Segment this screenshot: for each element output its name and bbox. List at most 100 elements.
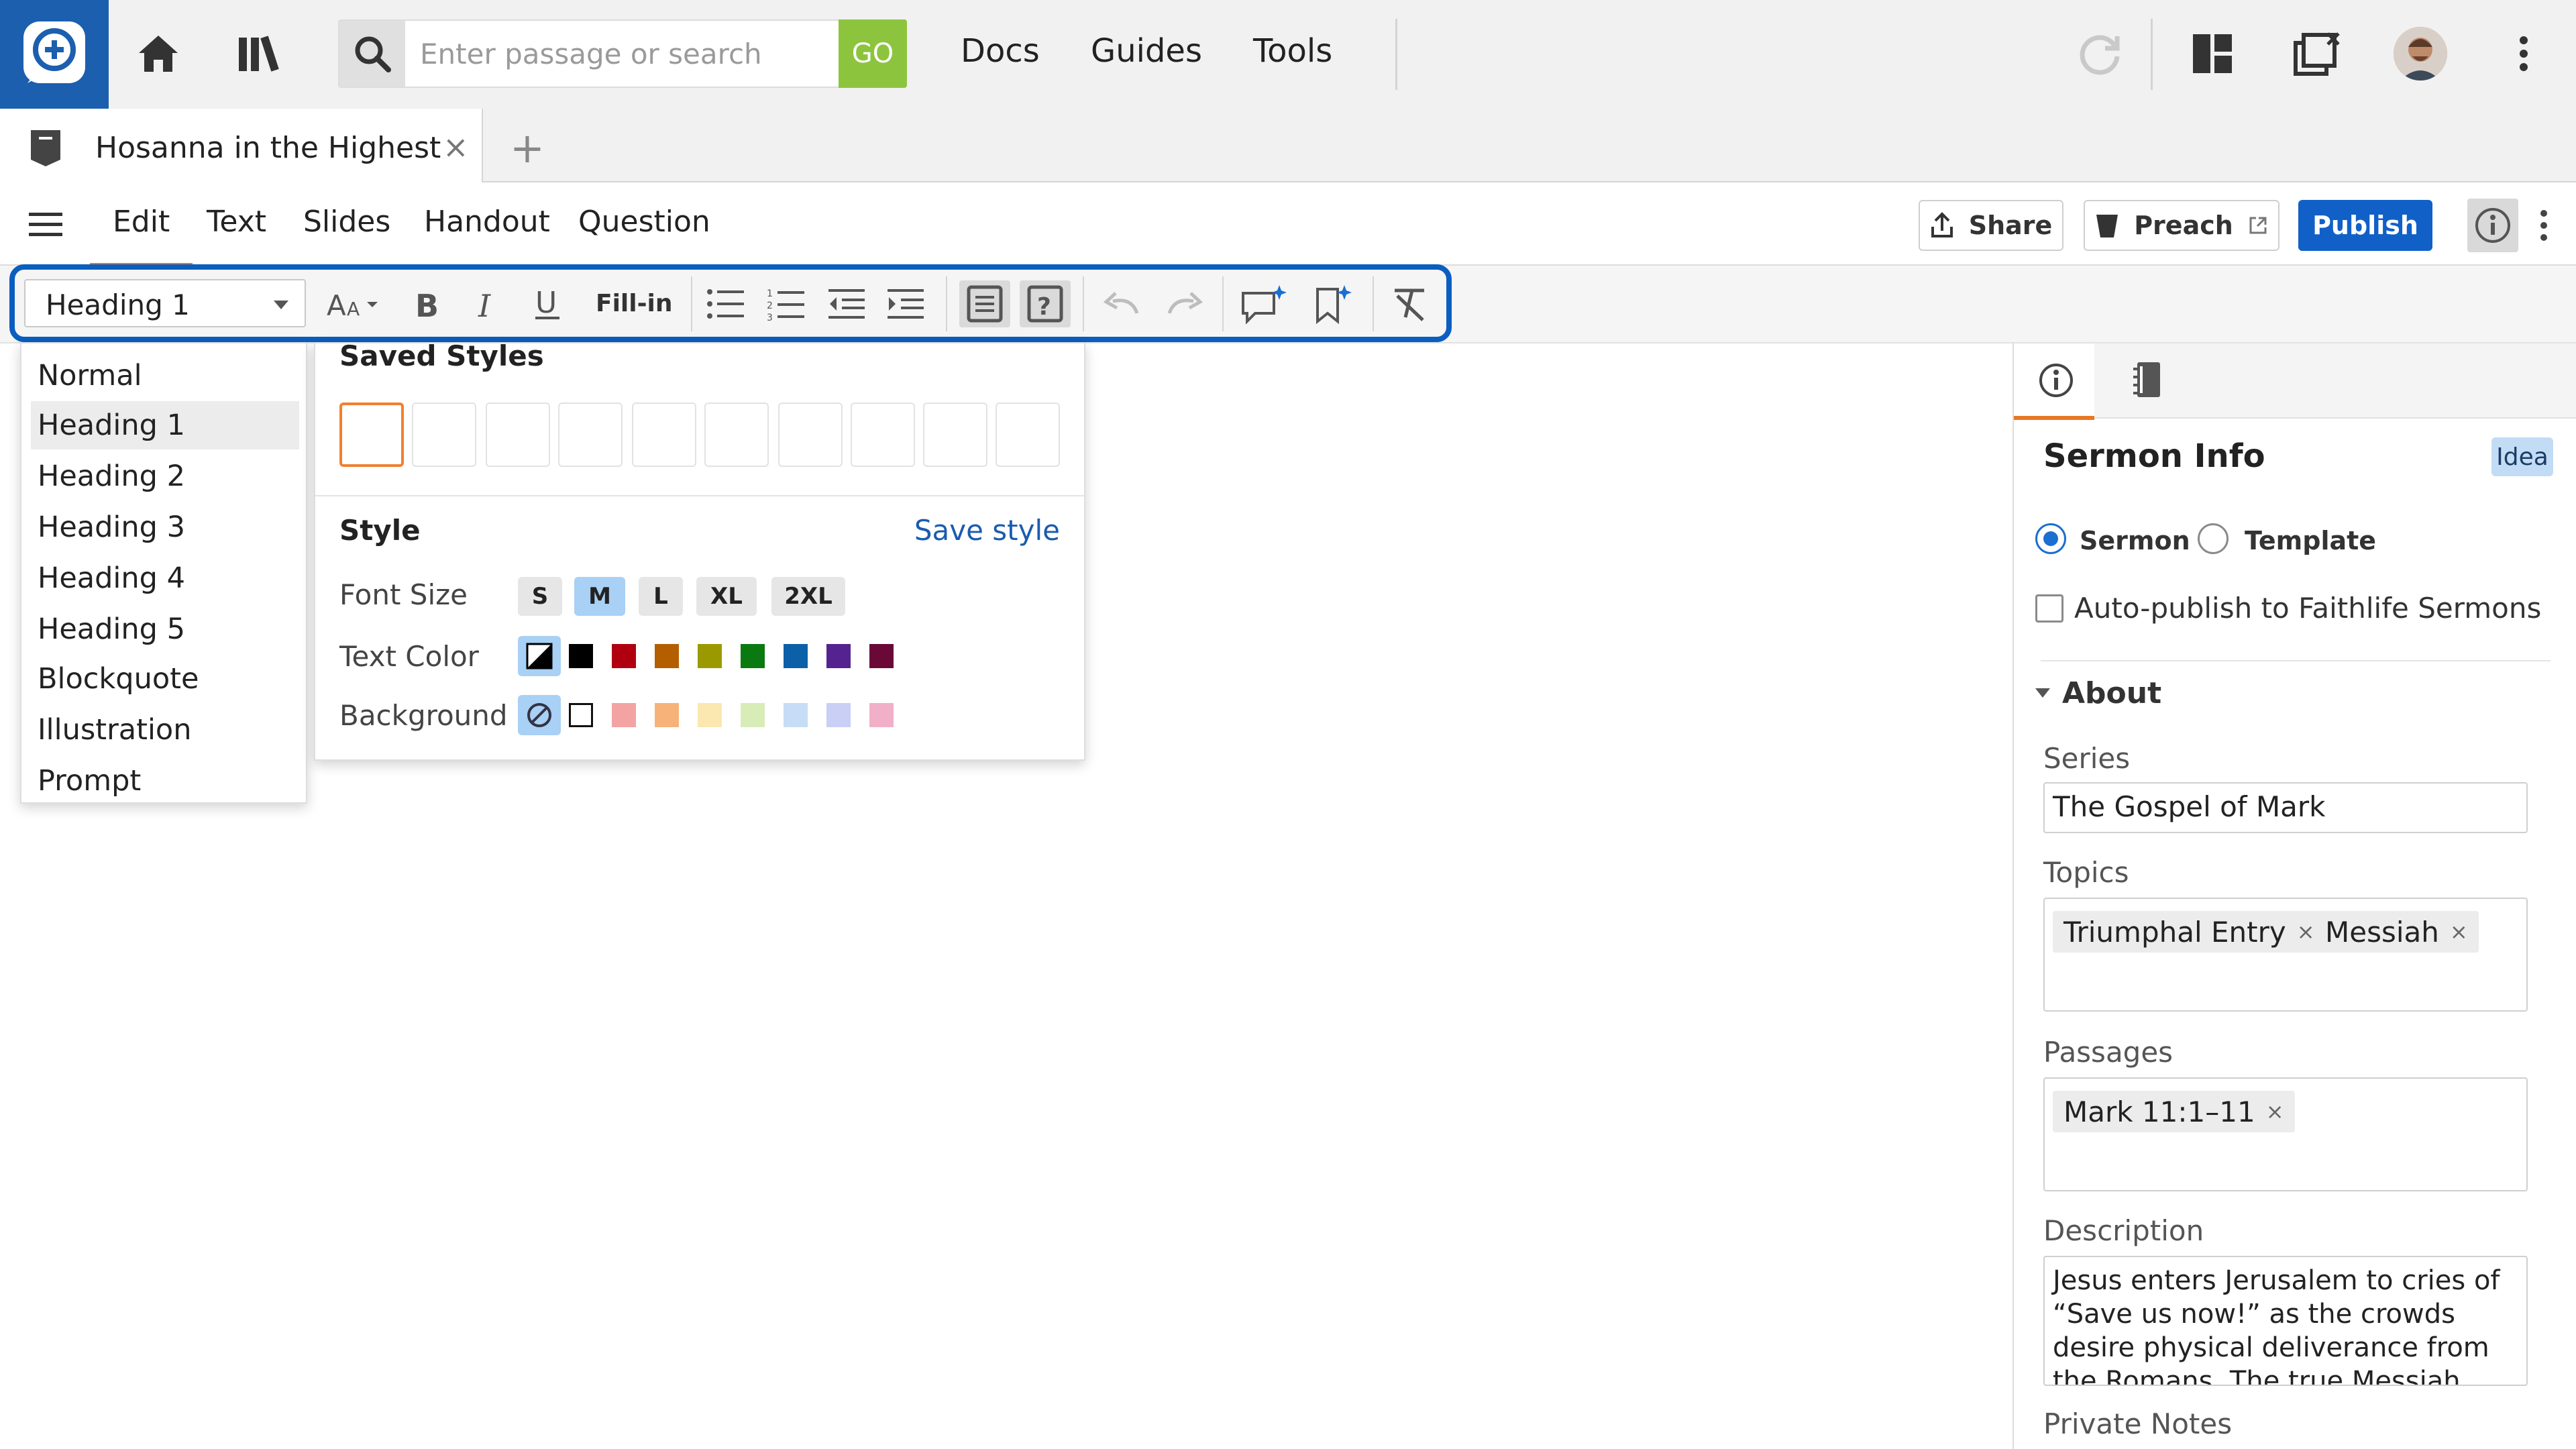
series-field[interactable]: The Gospel of Mark [2043,782,2528,833]
underline-icon[interactable]: U [529,280,566,327]
document-tab[interactable]: Hosanna in the Highest × [0,109,483,184]
text-color-default[interactable] [518,636,561,676]
background-color-swatch[interactable] [784,703,808,727]
remove-chip-icon[interactable]: × [2297,919,2315,945]
outdent-icon[interactable] [825,280,868,327]
ai-comment-icon[interactable] [1238,280,1289,327]
bold-icon[interactable]: B [409,280,445,327]
hamburger-menu-icon[interactable] [27,208,64,241]
background-color-swatch[interactable] [698,703,722,727]
size-s-button[interactable]: S [518,577,562,616]
saved-style-slot[interactable] [632,402,696,467]
text-color-swatch[interactable] [698,644,722,668]
bulleted-list-icon[interactable] [704,280,747,327]
tab-question[interactable]: Question [578,205,710,239]
text-color-swatch[interactable] [655,644,679,668]
saved-style-slot[interactable] [486,402,550,467]
size-l-button[interactable]: L [639,577,683,616]
style-option-heading-3[interactable]: Heading 3 [31,503,299,551]
size-2xl-button[interactable]: 2XL [771,577,845,616]
style-option-normal[interactable]: Normal [31,352,299,400]
tab-edit[interactable]: Edit [89,205,193,267]
background-none[interactable] [518,695,561,735]
text-color-swatch[interactable] [612,644,636,668]
tab-slides[interactable]: Slides [303,205,390,239]
app-logo[interactable] [0,0,109,109]
text-color-swatch[interactable] [784,644,808,668]
style-option-prompt[interactable]: Prompt [31,757,299,805]
nav-tools[interactable]: Tools [1253,32,1332,70]
background-color-swatch[interactable] [741,703,765,727]
save-style-link[interactable]: Save style [914,514,1060,547]
saved-style-slot[interactable] [704,402,769,467]
nav-guides[interactable]: Guides [1091,32,1202,70]
saved-style-slot[interactable] [996,402,1060,467]
style-option-heading-5[interactable]: Heading 5 [31,605,299,653]
layout-icon[interactable] [2186,27,2239,80]
style-option-heading-2[interactable]: Heading 2 [31,452,299,500]
size-xl-button[interactable]: XL [696,577,757,616]
tab-notebook[interactable] [2114,343,2195,419]
publish-button[interactable]: Publish [2298,200,2432,251]
home-icon[interactable] [131,27,185,80]
go-button[interactable]: GO [839,19,907,88]
sync-icon[interactable] [2073,27,2127,80]
background-color-swatch[interactable] [569,703,593,727]
tab-sermon-info[interactable] [2014,343,2094,420]
text-color-swatch[interactable] [826,644,851,668]
share-button[interactable]: Share [1919,200,2063,251]
numbered-list-icon[interactable]: 1 2 3 [765,280,808,327]
preach-button[interactable]: Preach [2084,200,2279,251]
undo-icon[interactable] [1097,280,1146,327]
saved-style-slot[interactable] [851,402,915,467]
clear-formatting-icon[interactable] [1387,280,1434,327]
question-block-icon[interactable]: ? [1020,280,1071,327]
style-option-heading-1[interactable]: Heading 1 [31,401,299,449]
style-option-illustration[interactable]: Illustration [31,706,299,754]
saved-style-slot[interactable] [339,402,404,467]
autopublish-checkbox[interactable] [2035,594,2063,623]
text-color-swatch[interactable] [741,644,765,668]
tab-text[interactable]: Text [207,205,266,239]
avatar[interactable] [2394,27,2447,80]
text-color-swatch[interactable] [569,644,593,668]
paragraph-block-icon[interactable] [959,280,1010,327]
paragraph-style-select[interactable]: Heading 1 [24,279,306,327]
saved-style-slot[interactable] [412,402,476,467]
background-color-swatch[interactable] [612,703,636,727]
topics-field[interactable]: Triumphal Entry × Messiah × [2043,898,2528,1012]
close-panels-icon[interactable] [2289,27,2345,80]
fill-in-button[interactable]: Fill-in [596,290,673,317]
template-radio[interactable] [2198,523,2229,554]
library-icon[interactable] [233,27,290,80]
italic-icon[interactable]: I [470,280,506,327]
style-option-heading-4[interactable]: Heading 4 [31,554,299,602]
saved-style-slot[interactable] [778,402,843,467]
redo-icon[interactable] [1161,280,1209,327]
background-color-swatch[interactable] [655,703,679,727]
info-panel-toggle[interactable] [2467,199,2518,252]
ai-bookmark-icon[interactable] [1309,280,1356,327]
search-input[interactable] [420,33,822,74]
font-size-icon[interactable]: AA [325,280,385,327]
saved-style-slot[interactable] [558,402,623,467]
background-color-swatch[interactable] [869,703,894,727]
close-tab-icon[interactable]: × [443,129,469,165]
size-m-button[interactable]: M [574,577,625,616]
more-vertical-icon[interactable] [2532,207,2556,244]
new-tab-icon[interactable]: + [510,123,545,172]
indent-icon[interactable] [884,280,927,327]
nav-docs[interactable]: Docs [961,32,1040,70]
sermon-radio[interactable] [2035,523,2066,554]
text-color-swatch[interactable] [869,644,894,668]
passages-field[interactable]: Mark 11:1–11 × [2043,1077,2528,1191]
tab-handout[interactable]: Handout [424,205,550,239]
saved-style-slot[interactable] [923,402,987,467]
description-field[interactable]: Jesus enters Jerusalem to cries of “Save… [2043,1256,2528,1386]
more-vertical-icon[interactable] [2510,27,2537,80]
remove-chip-icon[interactable]: × [2266,1099,2284,1124]
search-icon[interactable] [339,21,405,87]
remove-chip-icon[interactable]: × [2450,919,2468,945]
style-option-blockquote[interactable]: Blockquote [31,655,299,703]
background-color-swatch[interactable] [826,703,851,727]
